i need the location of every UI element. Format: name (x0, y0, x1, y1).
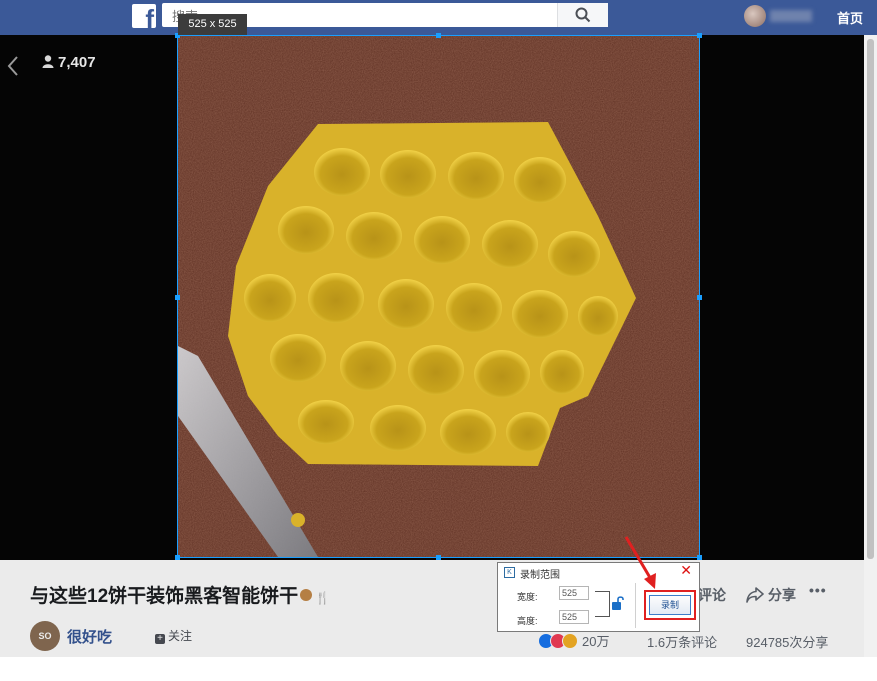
dialog-title: 录制范围 (520, 570, 560, 581)
dim-overlay (0, 560, 864, 657)
facebook-logo[interactable]: f (132, 4, 156, 28)
plus-icon: + (155, 634, 165, 644)
comments-count[interactable]: 1.6万条评论 (647, 632, 717, 651)
post-title: 与这些12饼干装饰黑客智能饼干 🍴 (30, 581, 330, 608)
home-link[interactable]: 首页 (837, 8, 863, 27)
record-button[interactable]: 录制 (649, 595, 691, 615)
scrollbar-thumb[interactable] (867, 39, 874, 559)
person-icon (42, 55, 54, 68)
search-icon (575, 7, 591, 23)
share-label: 分享 (768, 587, 796, 603)
close-icon[interactable]: ✕ (680, 562, 692, 579)
record-button-highlight: 录制 (644, 590, 696, 620)
profile-name-blurred[interactable] (770, 10, 812, 22)
search-button[interactable] (557, 3, 608, 27)
comment-button[interactable]: 评论 (698, 585, 726, 605)
record-range-dialog: K 录制范围 ✕ 宽度: 高度: 录制 (497, 562, 700, 632)
width-label: 宽度: (517, 592, 538, 602)
photo-viewer: 7,407 (0, 35, 864, 560)
post-title-text: 与这些12饼干装饰黑客智能饼干 (30, 586, 299, 607)
page-name-link[interactable]: 很好吃 (67, 626, 112, 647)
wow-reaction-icon (562, 632, 578, 649)
more-options-button[interactable]: ••• (809, 582, 827, 598)
view-count: 7,407 (58, 54, 96, 71)
profile-avatar[interactable] (744, 5, 766, 27)
height-label: 高度: (517, 616, 538, 626)
width-field[interactable] (559, 586, 589, 600)
fork-knife-emoji-icon: 🍴 (315, 591, 331, 605)
back-arrow-icon[interactable] (6, 55, 20, 77)
aspect-link-bracket (595, 591, 610, 617)
page-scrollbar[interactable] (864, 35, 877, 657)
selection-size-label: 525 x 525 (178, 14, 247, 35)
share-button[interactable]: 分享 (746, 585, 796, 605)
recorder-app-icon: K (504, 567, 515, 578)
height-field[interactable] (559, 610, 589, 624)
follow-button[interactable]: + 关注 (149, 625, 198, 647)
shares-count[interactable]: 924785次分享 (746, 632, 828, 651)
cookie-emoji-icon (300, 589, 313, 601)
red-pointer-arrow-icon (624, 536, 656, 589)
unlock-icon[interactable] (611, 595, 625, 611)
view-counter: 7,407 (42, 54, 96, 71)
post-info-panel: 与这些12饼干装饰黑客智能饼干 🍴 SO YUMMY 很好吃 + 关注 评论 分享 … (0, 560, 864, 671)
share-arrow-icon (746, 587, 764, 603)
top-nav-bar: f 首页 (0, 0, 877, 35)
reaction-count: 20万 (582, 634, 610, 649)
reactions-summary[interactable]: 20万 (538, 631, 610, 649)
cookie-photo (178, 36, 699, 557)
page-avatar[interactable]: SO YUMMY (30, 621, 64, 671)
follow-label: 关注 (168, 629, 193, 643)
